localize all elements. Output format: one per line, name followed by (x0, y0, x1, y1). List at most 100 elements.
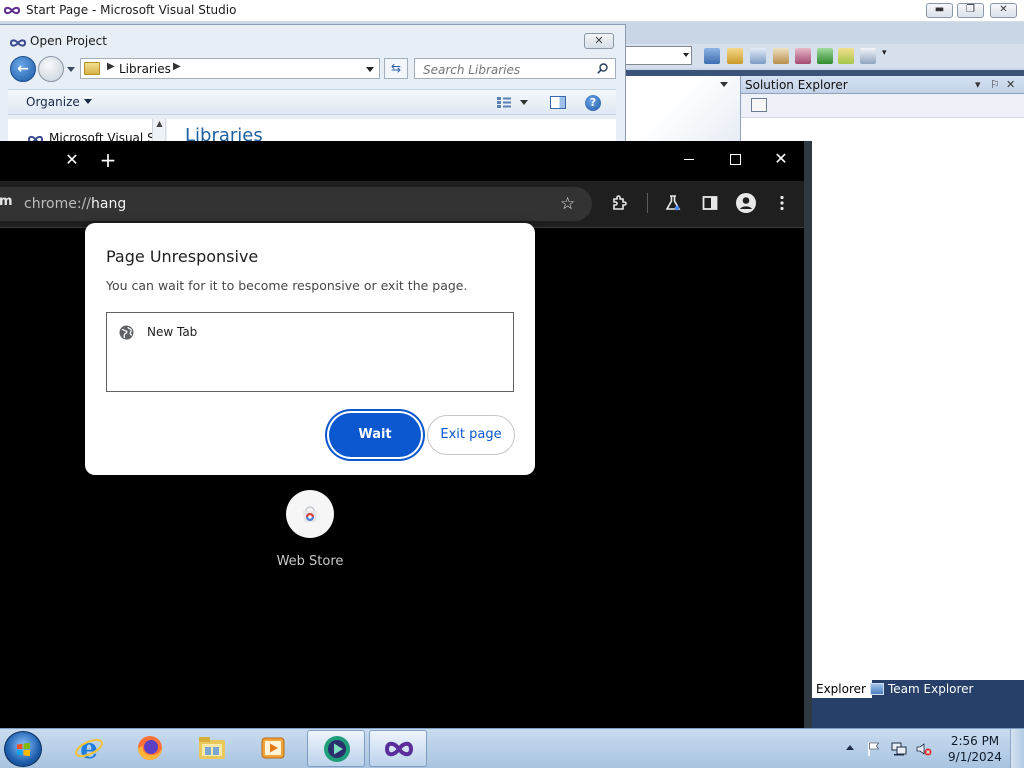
taskbar-firefox[interactable] (121, 730, 179, 767)
window-position-dropdown-icon[interactable]: ▾ (975, 78, 981, 91)
pin-icon[interactable]: ⚐ (990, 78, 1000, 91)
firefox-icon (138, 736, 162, 760)
wait-button[interactable]: Wait (329, 413, 421, 457)
address-history-dropdown-icon[interactable] (366, 67, 374, 72)
visual-studio-logo-icon (10, 39, 26, 47)
object-browser-icon[interactable] (773, 48, 789, 64)
clock-date[interactable]: 9/1/2024 (946, 750, 1004, 764)
visual-studio-logo-icon (4, 6, 20, 15)
toolbox-icon[interactable] (795, 48, 811, 64)
extension-manager-icon[interactable] (838, 48, 854, 64)
solution-explorer-toolbar (741, 94, 1024, 118)
action-center-flag-icon[interactable] (866, 741, 882, 757)
command-bar: Organize ? (8, 89, 616, 115)
vs-minimize-button[interactable]: ▬ (926, 3, 953, 18)
new-tab-button[interactable]: + (99, 149, 117, 171)
preview-pane-icon[interactable] (550, 96, 566, 109)
breadcrumb-separator-icon[interactable]: ▶ (173, 61, 181, 72)
taskbar-media-player[interactable] (244, 730, 302, 767)
address-bar[interactable]: m chrome://hang ☆ (0, 187, 592, 221)
vs-solution-config-combo[interactable] (624, 46, 692, 65)
breadcrumb-separator-icon[interactable]: ▶ (107, 61, 115, 72)
volume-muted-icon[interactable] (916, 741, 932, 757)
windows-taskbar: e 2:56 PM 9/1/2024 (0, 728, 1024, 768)
find-in-files-icon[interactable] (704, 48, 720, 64)
breadcrumb-libraries[interactable]: Libraries (119, 62, 171, 76)
taskbar-chrome[interactable] (307, 730, 365, 767)
extensions-icon[interactable] (611, 194, 629, 212)
taskbar-internet-explorer[interactable]: e (60, 730, 118, 767)
unresponsive-pages-list: New Tab (106, 312, 514, 392)
dialog-close-button[interactable]: ✕ (584, 33, 614, 49)
tool-window-tab-strip: Explorer Team Explorer (808, 680, 1024, 728)
vs-window-title: Start Page - Microsoft Visual Studio (26, 3, 237, 17)
forward-arrow-icon[interactable] (38, 56, 64, 82)
tab-strip: ✕ + ✕ (0, 141, 804, 181)
minimize-button[interactable] (679, 149, 699, 169)
show-hidden-icons-button[interactable] (846, 745, 854, 750)
organize-label: Organize (26, 95, 80, 109)
tab-solution-explorer[interactable]: Explorer (810, 680, 872, 698)
maximize-button[interactable] (725, 149, 745, 169)
command-window-icon[interactable] (860, 48, 876, 64)
organize-menu-button[interactable]: Organize (26, 95, 92, 109)
change-view-icon[interactable] (496, 96, 512, 109)
vs-restore-button[interactable]: ❐ (957, 3, 984, 18)
visual-studio-icon (384, 741, 414, 757)
document-list-dropdown-icon[interactable] (720, 82, 728, 87)
dialog-message: You can wait for it to become responsive… (106, 278, 468, 293)
search-icon[interactable] (597, 63, 608, 74)
refresh-button[interactable]: ⇆ (384, 58, 408, 79)
notification-area: 2:56 PM 9/1/2024 (840, 729, 1024, 768)
list-item: New Tab (147, 325, 198, 339)
start-button[interactable] (4, 731, 42, 767)
address-bar[interactable]: ▶ Libraries ▶ (80, 58, 380, 79)
network-icon[interactable] (891, 741, 907, 757)
close-icon[interactable]: ✕ (1006, 78, 1015, 91)
properties-icon[interactable] (751, 98, 767, 112)
toolbar-divider (647, 193, 648, 213)
start-page-icon[interactable] (817, 48, 833, 64)
clock-time[interactable]: 2:56 PM (946, 734, 1004, 748)
properties-window-icon[interactable] (750, 48, 766, 64)
search-input[interactable] (414, 58, 616, 79)
taskbar-visual-studio[interactable] (369, 730, 427, 767)
more-menu-icon[interactable] (773, 194, 791, 212)
dialog-title: Page Unresponsive (106, 247, 259, 266)
chrome-icon (324, 736, 350, 762)
bookmark-star-icon[interactable]: ☆ (560, 196, 576, 213)
exit-page-button[interactable]: Exit page (427, 415, 515, 455)
folder-icon (84, 62, 100, 75)
chevron-down-icon (683, 53, 689, 57)
scroll-up-icon[interactable]: ▲ (156, 119, 162, 128)
chrome-toolbar: m chrome://hang ☆ (0, 181, 804, 228)
open-project-dialog: Open Project ✕ ← ▶ Libraries ▶ ⇆ Organiz… (0, 24, 626, 145)
url-text[interactable]: chrome://hang (24, 196, 126, 212)
help-icon[interactable]: ? (585, 95, 601, 111)
toolbar-options-icon[interactable]: ▾ (882, 48, 892, 64)
dialog-title: Open Project (30, 34, 107, 48)
globe-icon (119, 325, 134, 340)
web-store-shortcut[interactable] (286, 490, 334, 538)
profile-avatar-icon[interactable] (736, 193, 756, 213)
solution-explorer-icon[interactable] (727, 48, 743, 64)
tab-team-explorer-label: Team Explorer (888, 682, 974, 696)
chrome-labs-flask-icon[interactable] (664, 194, 682, 212)
show-desktop-button[interactable] (1010, 729, 1024, 768)
media-player-icon (261, 737, 285, 759)
tab-team-explorer[interactable]: Team Explorer (864, 680, 980, 698)
vs-close-button[interactable]: ✕ (990, 3, 1017, 18)
recent-pages-dropdown-icon[interactable] (67, 67, 75, 72)
tab-close-icon[interactable]: ✕ (64, 150, 80, 170)
back-arrow-icon[interactable]: ← (10, 56, 36, 82)
taskbar-windows-explorer[interactable] (183, 730, 241, 767)
web-store-label[interactable]: Web Store (250, 554, 370, 569)
close-window-button[interactable]: ✕ (771, 149, 791, 169)
url-scheme: chrome:// (24, 196, 91, 212)
chevron-down-icon (83, 99, 92, 104)
windows-logo-icon (17, 742, 30, 757)
vs-titlebar: Start Page - Microsoft Visual Studio ▬ ❐… (0, 0, 1024, 22)
chevron-down-icon[interactable] (520, 100, 528, 105)
side-panel-icon[interactable] (701, 194, 719, 212)
team-explorer-icon (870, 683, 884, 695)
